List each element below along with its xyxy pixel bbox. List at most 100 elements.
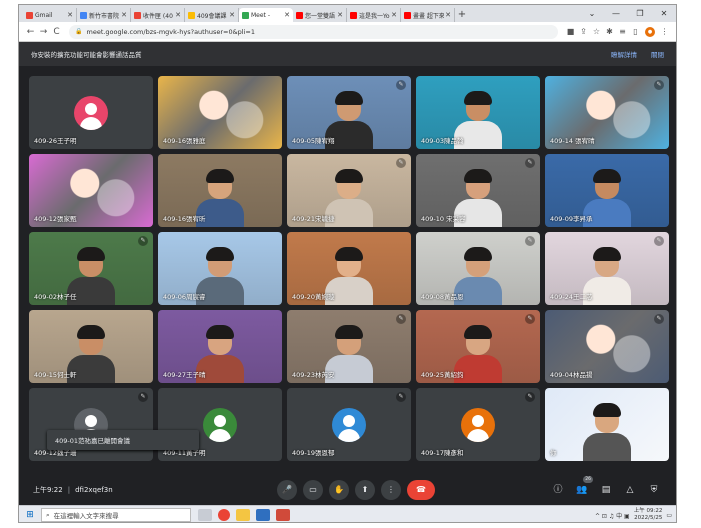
tab-close-icon[interactable]: ✕ bbox=[121, 11, 127, 19]
windows-taskbar: ⊞ ⌕ 在這裡輸入文字來搜尋 ^ ⊡ ♫ 中 ▣ 上午 09:22 2022/5… bbox=[19, 505, 676, 522]
participant-tile[interactable]: ✎ 409-12魏子珊 bbox=[29, 388, 153, 461]
participant-name: 409-02林子任 bbox=[34, 293, 77, 301]
side-panel-icon[interactable]: ▯ bbox=[629, 27, 642, 36]
info-icon: ⓘ bbox=[553, 485, 563, 495]
tab-3[interactable]: 409會議課 ✕ bbox=[185, 8, 239, 22]
chrome-icon[interactable] bbox=[218, 509, 230, 521]
participant-avatar bbox=[74, 96, 108, 130]
banner-details-link[interactable]: 瞭解詳情 bbox=[611, 49, 637, 59]
participant-tile[interactable]: 409-03陳品翰 bbox=[416, 76, 540, 149]
tray-icons[interactable]: ^ ⊡ ♫ 中 ▣ bbox=[595, 511, 630, 520]
tab-close-icon[interactable]: ✕ bbox=[445, 11, 451, 19]
tab-close-icon[interactable]: ✕ bbox=[175, 11, 181, 19]
present-button[interactable]: ⬆ bbox=[355, 480, 375, 500]
notification-icon[interactable]: ▭ bbox=[666, 512, 672, 519]
leave-notification-toast: 409-01范祐嘉已離開會議 bbox=[47, 430, 199, 450]
avatar-head-shape bbox=[85, 103, 97, 115]
participant-name: 409-20黃婉璇 bbox=[292, 293, 335, 301]
chat-icon: ▤ bbox=[601, 485, 611, 495]
taskbar-search[interactable]: ⌕ 在這裡輸入文字來搜尋 bbox=[41, 508, 191, 522]
participant-tile[interactable]: ✎ 409-24王二芯 bbox=[545, 232, 669, 305]
participant-name: 409-10 宋采容 bbox=[421, 215, 466, 223]
tab-search-button[interactable]: ⌄ bbox=[580, 9, 604, 18]
back-icon[interactable]: ← bbox=[24, 27, 37, 37]
banner-close-button[interactable]: 關閉 bbox=[651, 49, 664, 59]
tab-close-icon[interactable]: ✕ bbox=[284, 11, 290, 19]
participant-tile[interactable]: 409-20黃婉璇 bbox=[287, 232, 411, 305]
tab-7[interactable]: 畫畫 超下來 ✕ bbox=[401, 8, 455, 22]
participant-tile[interactable]: ✎ 409-25黃紹鈞 bbox=[416, 310, 540, 383]
tab-2[interactable]: 收件匣 (40 ✕ bbox=[131, 8, 185, 22]
participant-tile[interactable]: 409-09李昇承 bbox=[545, 154, 669, 227]
app-icon[interactable] bbox=[256, 509, 270, 521]
activities-button[interactable]: △ bbox=[622, 482, 638, 498]
participant-tile[interactable]: 409-27王子晴 bbox=[158, 310, 282, 383]
participant-tile[interactable]: 409-16張宥昕 bbox=[158, 154, 282, 227]
participant-tile[interactable]: ✎ 409-10 宋采容 bbox=[416, 154, 540, 227]
info-button[interactable]: ⓘ bbox=[550, 482, 566, 498]
participant-tile[interactable]: ✎ 409-19張恩郁 bbox=[287, 388, 411, 461]
participant-tile[interactable]: ✎ 409-23林芮安 bbox=[287, 310, 411, 383]
tab-6[interactable]: 這是我一Yo ✕ bbox=[347, 8, 401, 22]
file-explorer-icon[interactable] bbox=[236, 509, 250, 521]
participant-tile[interactable]: 你 bbox=[545, 388, 669, 461]
participant-tile[interactable]: 409-26王子明 bbox=[29, 76, 153, 149]
muted-mic-icon: ✎ bbox=[525, 392, 535, 402]
participant-tile[interactable]: 409-16張雅庭 bbox=[158, 76, 282, 149]
tab-favicon-icon bbox=[80, 11, 87, 19]
participant-tile[interactable]: 409-15何士軒 bbox=[29, 310, 153, 383]
participant-tile[interactable]: ✎ 409-14 張宥晴 bbox=[545, 76, 669, 149]
banner-text: 你安裝的擴充功能可能會影響通話品質 bbox=[31, 51, 142, 59]
app-icon-2[interactable] bbox=[276, 509, 290, 521]
participant-tile[interactable]: 409-12張家甄 bbox=[29, 154, 153, 227]
participant-tile[interactable]: ✎ 409-17陳彥和 bbox=[416, 388, 540, 461]
tab-label: Gmail bbox=[35, 11, 53, 19]
taskbar-clock[interactable]: 上午 09:22 2022/5/25 bbox=[634, 508, 663, 522]
end-call-button[interactable]: ☎ bbox=[407, 480, 435, 500]
mic-button[interactable]: 🎤 bbox=[277, 480, 297, 500]
minimize-button[interactable]: — bbox=[604, 9, 628, 18]
tab-4[interactable]: Meet - ✕ bbox=[239, 8, 293, 22]
participant-tile[interactable]: 409-06周宸睿 bbox=[158, 232, 282, 305]
participant-tile[interactable]: ✎ 409-02林子任 bbox=[29, 232, 153, 305]
star-icon[interactable]: ☆ bbox=[590, 27, 603, 36]
participant-name: 409-17陳彥和 bbox=[421, 449, 464, 457]
close-window-button[interactable]: ✕ bbox=[652, 9, 676, 18]
menu-icon[interactable]: ⋮ bbox=[658, 27, 671, 36]
share-icon[interactable]: ⇪ bbox=[577, 27, 590, 36]
profile-avatar[interactable]: ● bbox=[645, 26, 655, 37]
maximize-button[interactable]: ❐ bbox=[628, 9, 652, 18]
tab-1[interactable]: 新竹市書院 ✕ bbox=[77, 8, 131, 22]
new-tab-button[interactable]: + bbox=[455, 8, 469, 22]
participant-video bbox=[579, 403, 635, 461]
task-view-icon[interactable] bbox=[198, 509, 212, 521]
present-icon: ⬆ bbox=[361, 485, 369, 494]
participant-tile[interactable]: ✎ 409-08黃品恩 bbox=[416, 232, 540, 305]
raise-hand-button[interactable]: ✋ bbox=[329, 480, 349, 500]
reload-icon[interactable]: C bbox=[50, 27, 63, 37]
camera-button[interactable]: ▭ bbox=[303, 480, 323, 500]
more-options-button[interactable]: ⋮ bbox=[381, 480, 401, 500]
host-controls-button[interactable]: ⛨ bbox=[646, 482, 662, 498]
tab-close-icon[interactable]: ✕ bbox=[391, 11, 397, 19]
forward-icon[interactable]: → bbox=[37, 27, 50, 37]
camera-permission-icon[interactable]: ■ bbox=[564, 27, 577, 36]
address-bar[interactable]: 🔒 meet.google.com/bzs-mgvk-hys?authuser=… bbox=[69, 24, 558, 39]
windows-start-icon[interactable]: ⊞ bbox=[23, 510, 37, 520]
participant-tile[interactable]: ✎ 409-05陳宥翔 bbox=[287, 76, 411, 149]
participant-tile[interactable]: ✎ 409-21宋毓捷 bbox=[287, 154, 411, 227]
extensions-icon[interactable]: ✱ bbox=[603, 27, 616, 36]
people-button[interactable]: 👥 26 bbox=[574, 476, 593, 498]
tab-close-icon[interactable]: ✕ bbox=[337, 11, 343, 19]
tab-0[interactable]: Gmail ✕ bbox=[23, 8, 77, 22]
participant-name: 409-24王二芯 bbox=[550, 293, 593, 301]
participant-tile[interactable]: 409-11黃子明 bbox=[158, 388, 282, 461]
tab-close-icon[interactable]: ✕ bbox=[67, 11, 73, 19]
media-control-icon[interactable]: ≡ bbox=[616, 27, 629, 36]
participant-tile[interactable]: ✎ 409-04林品揚 bbox=[545, 310, 669, 383]
tab-5[interactable]: 您一堂雙語 ✕ bbox=[293, 8, 347, 22]
lock-icon[interactable]: 🔒 bbox=[75, 28, 82, 35]
search-icon: ⌕ bbox=[46, 510, 50, 519]
chat-button[interactable]: ▤ bbox=[598, 482, 614, 498]
tab-close-icon[interactable]: ✕ bbox=[229, 11, 235, 19]
